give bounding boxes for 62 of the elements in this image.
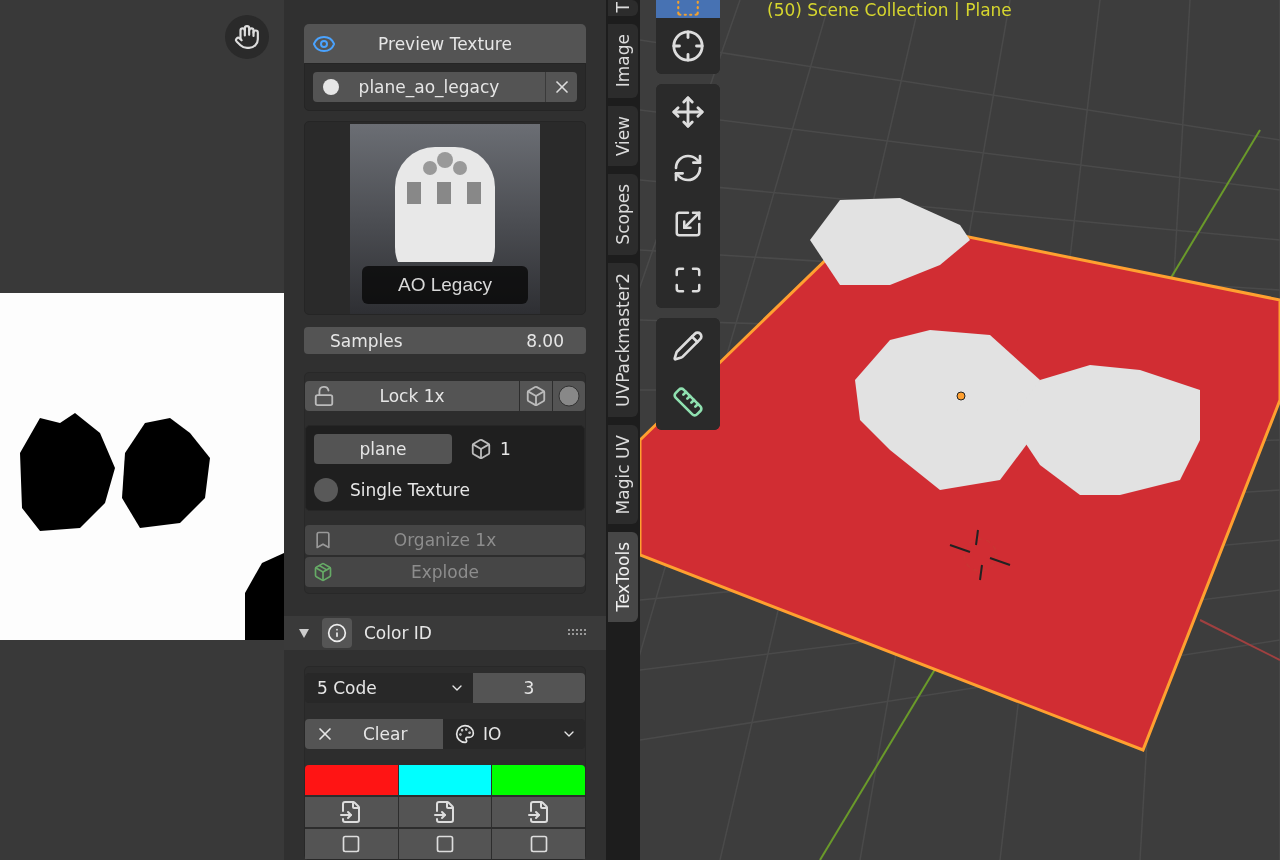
palette-icon — [455, 724, 475, 744]
sidebar-tab[interactable]: Image — [608, 24, 638, 98]
cube-toggle-button[interactable] — [520, 381, 552, 412]
image-name-field[interactable]: plane_ao_legacy — [313, 72, 545, 103]
assign-color-button[interactable] — [492, 797, 585, 827]
select-color-button[interactable] — [305, 829, 398, 859]
crosshair-icon — [671, 29, 705, 63]
sidebar-tab[interactable]: Scopes — [608, 174, 638, 255]
bookmark-icon — [313, 530, 333, 551]
viewport-info-text: (50) Scene Collection | Plane — [767, 0, 1012, 20]
sphere-icon — [558, 385, 580, 408]
sphere-toggle-button[interactable] — [553, 381, 585, 412]
color-swatch[interactable] — [398, 765, 492, 795]
assign-color-button[interactable] — [305, 797, 398, 827]
hand-icon — [234, 24, 260, 50]
color-code-dropdown[interactable]: 5 Code — [305, 673, 473, 703]
info-icon — [322, 618, 352, 648]
sidebar-tab[interactable]: View — [608, 105, 638, 166]
color-id-panel-header[interactable]: Color ID — [284, 616, 606, 650]
pencil-icon — [672, 330, 704, 362]
sidebar-tab[interactable]: T — [608, 0, 638, 17]
clear-button[interactable]: Clear — [305, 719, 443, 749]
scale-icon — [673, 209, 703, 239]
collapse-triangle-icon — [298, 627, 310, 639]
assign-icon — [526, 800, 551, 824]
select-color-button[interactable] — [492, 829, 585, 859]
square-icon — [341, 834, 362, 854]
panel-title: Color ID — [364, 623, 433, 643]
sidebar-tab[interactable]: UVPackmaster2 — [608, 262, 638, 417]
single-texture-label: Single Texture — [350, 480, 470, 501]
sidebar-tab[interactable]: Magic UV — [608, 424, 638, 524]
preview-texture-button[interactable]: Preview Texture — [304, 24, 586, 64]
pan-hand-button[interactable] — [225, 15, 269, 59]
assign-icon — [433, 800, 457, 824]
assign-color-button[interactable] — [398, 797, 492, 827]
preview-thumbnail[interactable]: AO Legacy — [350, 124, 540, 315]
object-count: 1 — [500, 439, 511, 460]
io-dropdown[interactable]: IO — [443, 719, 585, 749]
preview-caption: AO Legacy — [362, 266, 528, 305]
ruler-icon — [672, 386, 704, 418]
object-name-button[interactable]: plane — [314, 434, 452, 465]
transform-icon — [673, 265, 703, 295]
cube-icon — [525, 385, 547, 408]
drag-handle-icon[interactable] — [568, 629, 586, 637]
samples-field[interactable]: Samples 8.00 — [304, 327, 586, 355]
square-icon — [435, 834, 455, 854]
sidebar-tab[interactable]: TexTools — [608, 532, 638, 622]
color-swatch[interactable] — [492, 765, 585, 795]
unlocked-icon — [313, 385, 335, 408]
lock-button[interactable]: Lock 1x — [305, 381, 519, 412]
color-count-field[interactable]: 3 — [473, 673, 585, 703]
clear-image-button[interactable] — [545, 72, 577, 103]
single-texture-checkbox[interactable] — [314, 478, 338, 503]
cubes-icon — [313, 562, 333, 583]
cube-icon — [470, 438, 492, 461]
origin-dot — [956, 391, 966, 401]
square-icon — [528, 834, 549, 854]
rotate-icon — [672, 152, 704, 184]
3d-cursor-icon — [949, 529, 1011, 581]
color-swatch[interactable] — [305, 765, 398, 795]
select-color-button[interactable] — [398, 829, 492, 859]
move-icon — [671, 95, 705, 129]
